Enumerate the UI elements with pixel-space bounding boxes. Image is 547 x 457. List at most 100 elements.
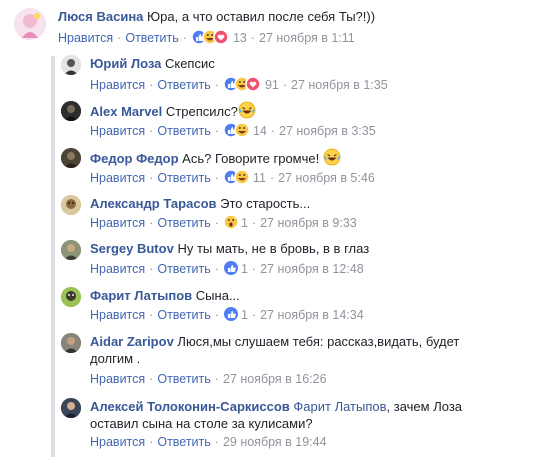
separator: · <box>117 31 122 45</box>
reaction-icons[interactable] <box>223 214 239 234</box>
reply-link[interactable]: Ответить <box>157 216 210 230</box>
reply-link[interactable]: Ответить <box>157 372 210 386</box>
avatar-image <box>61 101 81 121</box>
comment-author[interactable]: Федор Федор <box>90 151 179 166</box>
reply-link[interactable]: Ответить <box>157 435 210 449</box>
separator: · <box>214 262 219 276</box>
timestamp[interactable]: 27 ноября в 5:46 <box>278 171 375 185</box>
reply-link[interactable]: Ответить <box>157 124 210 138</box>
separator: · <box>214 308 219 322</box>
separator: · <box>282 78 288 92</box>
separator: · <box>214 372 219 386</box>
separator: · <box>182 31 187 45</box>
avatar-image <box>14 8 46 40</box>
comment-author[interactable]: Юрий Лоза <box>90 56 161 71</box>
separator: · <box>214 216 219 230</box>
comment-text-line-2: долгим . <box>90 351 141 366</box>
like-link[interactable]: Нравится <box>90 124 145 138</box>
timestamp[interactable]: 27 ноября в 12:48 <box>260 262 364 276</box>
comment-text: Ась? Говорите громче! <box>182 151 320 166</box>
like-link[interactable]: Нравится <box>90 78 145 92</box>
reaction-icons[interactable] <box>223 122 251 142</box>
comment-text: Сына... <box>195 288 240 303</box>
separator: · <box>250 31 256 45</box>
like-link[interactable]: Нравится <box>90 262 145 276</box>
timestamp[interactable]: 27 ноября в 14:34 <box>260 308 364 322</box>
avatar-image <box>61 148 81 168</box>
comment-text: Ну ты мать, не в бровь, в в глаз <box>177 241 370 256</box>
reply-link[interactable]: Ответить <box>125 31 178 45</box>
like-reaction-icon[interactable] <box>223 306 239 326</box>
separator: · <box>149 124 154 138</box>
like-link[interactable]: Нравится <box>90 372 145 386</box>
separator: · <box>214 171 219 185</box>
reaction-icons[interactable] <box>191 29 231 49</box>
separator: · <box>251 308 257 322</box>
reply-thread-line <box>51 56 55 457</box>
separator: · <box>149 435 154 449</box>
separator: · <box>149 262 154 276</box>
reaction-count[interactable]: 91 <box>265 78 279 92</box>
separator: · <box>214 124 219 138</box>
comment-author[interactable]: Aidar Zaripov <box>90 334 174 349</box>
timestamp[interactable]: 29 ноября в 19:44 <box>223 435 327 449</box>
timestamp[interactable]: 27 ноября в 1:11 <box>259 31 355 45</box>
reply-link[interactable]: Ответить <box>157 78 210 92</box>
reaction-count[interactable]: 1 <box>241 308 248 322</box>
like-link[interactable]: Нравится <box>58 31 113 45</box>
reply-link[interactable]: Ответить <box>157 262 210 276</box>
timestamp[interactable]: 27 ноября в 1:35 <box>291 78 388 92</box>
separator: · <box>149 216 154 230</box>
like-reaction-icon[interactable] <box>223 260 239 280</box>
reaction-count[interactable]: 13 <box>233 31 247 45</box>
avatar[interactable] <box>61 101 81 121</box>
comment-author[interactable]: Люся Васина <box>58 9 143 24</box>
avatar[interactable] <box>61 287 81 307</box>
reaction-count[interactable]: 14 <box>253 124 267 138</box>
comment-text: Это старость... <box>220 196 311 211</box>
separator: · <box>149 308 154 322</box>
avatar-image <box>61 240 81 260</box>
comment-author[interactable]: Александр Тарасов <box>90 196 217 211</box>
separator: · <box>214 435 219 449</box>
reaction-count[interactable]: 1 <box>241 262 248 276</box>
comment-text-line-1: , зачем Лоза <box>386 399 463 414</box>
avatar-image <box>61 287 81 307</box>
avatar[interactable] <box>61 398 81 418</box>
laughing-emoji-icon <box>323 148 341 170</box>
mention-link[interactable]: Фарит Латыпов <box>293 399 386 414</box>
comment-author[interactable]: Алексей Толоконин-Саркиссов <box>90 399 290 414</box>
reaction-count[interactable]: 11 <box>253 171 266 185</box>
laughing-emoji-icon <box>238 101 256 123</box>
reaction-count[interactable]: 1 <box>241 216 248 230</box>
avatar[interactable] <box>61 148 81 168</box>
avatar[interactable] <box>61 240 81 260</box>
avatar-image <box>61 55 81 75</box>
avatar[interactable] <box>61 55 81 75</box>
avatar-image <box>61 333 81 353</box>
like-link[interactable]: Нравится <box>90 171 145 185</box>
avatar[interactable] <box>14 8 46 40</box>
separator: · <box>149 171 154 185</box>
timestamp[interactable]: 27 ноября в 9:33 <box>260 216 357 230</box>
like-link[interactable]: Нравится <box>90 435 145 449</box>
comment-author[interactable]: Alex Marvel <box>90 104 162 119</box>
comment-author[interactable]: Фарит Латыпов <box>90 288 192 303</box>
comment-text: Скепсис <box>164 56 215 71</box>
timestamp[interactable]: 27 ноября в 16:26 <box>223 372 327 386</box>
reply-link[interactable]: Ответить <box>157 171 210 185</box>
comment-author[interactable]: Sergey Butov <box>90 241 174 256</box>
reaction-icons[interactable] <box>223 76 263 96</box>
separator: · <box>251 216 257 230</box>
separator: · <box>251 262 257 276</box>
like-link[interactable]: Нравится <box>90 216 145 230</box>
separator: · <box>149 78 154 92</box>
timestamp[interactable]: 27 ноября в 3:35 <box>279 124 376 138</box>
like-link[interactable]: Нравится <box>90 308 145 322</box>
comment-text-line-1: Люся,мы слушаем тебя: рассказ,видать, бу… <box>177 334 460 349</box>
avatar[interactable] <box>61 333 81 353</box>
reply-link[interactable]: Ответить <box>157 308 210 322</box>
avatar[interactable] <box>61 195 81 215</box>
comment-text: Стрепсилс? <box>165 104 238 119</box>
reaction-icons[interactable] <box>223 169 251 189</box>
